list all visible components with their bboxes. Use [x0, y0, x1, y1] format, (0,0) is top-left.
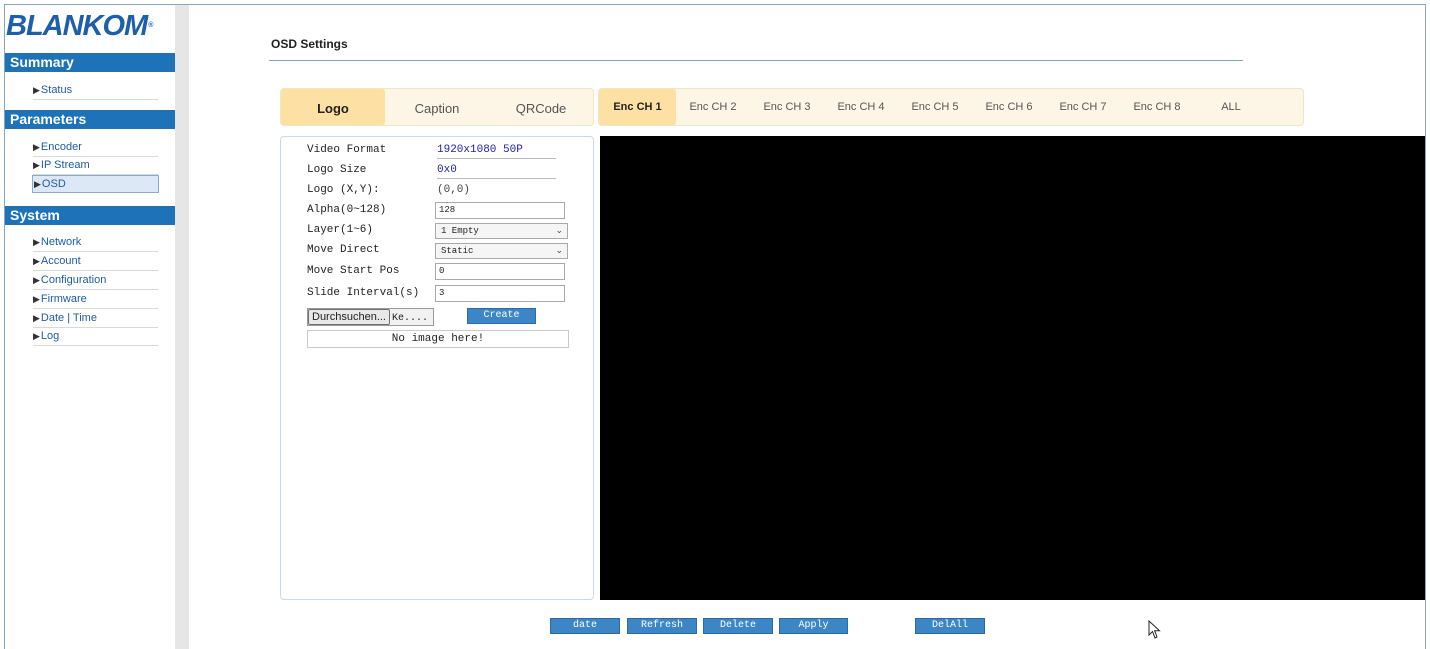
brand-logo-text: BLANKOM — [6, 10, 148, 42]
create-button[interactable]: Create — [467, 308, 536, 324]
layer-select-value: 1 Empty — [441, 226, 479, 236]
logo-image-placeholder: No image here! — [307, 330, 569, 348]
tab-enc-ch-7[interactable]: Enc CH 7 — [1046, 89, 1120, 125]
title-divider — [269, 60, 1243, 61]
sidebar-item-osd[interactable]: ▶OSD — [32, 175, 159, 193]
page-title: OSD Settings — [271, 37, 348, 51]
logo-size-label: Logo Size — [307, 164, 367, 176]
sidebar-item-date-time[interactable]: ▶Date | Time — [33, 310, 158, 328]
section-system: System — [5, 206, 175, 225]
osd-type-tabs: Logo Caption QRCode — [280, 88, 594, 126]
triangle-right-icon: ▶ — [33, 294, 40, 304]
tab-enc-ch-4[interactable]: Enc CH 4 — [824, 89, 898, 125]
sidebar-divider — [175, 5, 189, 649]
tab-enc-ch-2[interactable]: Enc CH 2 — [676, 89, 750, 125]
triangle-right-icon: ▶ — [33, 160, 40, 170]
sidebar-item-label: Status — [40, 84, 73, 96]
sidebar-item-label: Log — [40, 330, 60, 342]
slide-interval-label: Slide Interval(s) — [307, 287, 420, 299]
tab-enc-ch-6[interactable]: Enc CH 6 — [972, 89, 1046, 125]
move-start-pos-input[interactable]: 0 — [435, 263, 565, 280]
move-direct-select-value: Static — [441, 246, 474, 256]
tab-enc-ch-3[interactable]: Enc CH 3 — [750, 89, 824, 125]
apply-button[interactable]: Apply — [779, 618, 848, 634]
tab-enc-ch-8[interactable]: Enc CH 8 — [1120, 89, 1194, 125]
brand-logo: BLANKOM® — [6, 10, 153, 42]
section-parameters: Parameters — [5, 110, 175, 129]
sidebar-item-ip-stream[interactable]: ▶IP Stream — [33, 157, 158, 175]
triangle-right-icon: ▶ — [33, 313, 40, 323]
video-format-value: 1920x1080 50P — [437, 141, 556, 159]
file-upload-control[interactable]: Durchsuchen... Ke.... — [307, 308, 434, 326]
mouse-pointer-icon — [1148, 620, 1161, 639]
video-format-label: Video Format — [307, 144, 387, 156]
sidebar-item-label: Network — [40, 236, 82, 248]
chevron-down-icon: ⌄ — [555, 246, 563, 256]
layer-label: Layer(1~6) — [307, 224, 374, 236]
tab-enc-ch-1[interactable]: Enc CH 1 — [599, 89, 676, 125]
logo-xy-value: (0,0) — [437, 184, 471, 196]
move-start-pos-label: Move Start Pos — [307, 265, 400, 277]
logo-size-value: 0x0 — [437, 161, 556, 179]
sidebar-item-firmware[interactable]: ▶Firmware — [33, 291, 158, 309]
sidebar-item-label: IP Stream — [40, 159, 90, 171]
triangle-right-icon: ▶ — [33, 237, 40, 247]
sidebar-item-label: Configuration — [40, 274, 107, 286]
selected-file-name: Ke.... — [391, 313, 428, 324]
triangle-right-icon: ▶ — [33, 331, 40, 341]
tab-qrcode[interactable]: QRCode — [489, 89, 593, 125]
refresh-button[interactable]: Refresh — [627, 618, 697, 634]
sidebar-item-label: Date | Time — [40, 312, 97, 324]
sidebar-item-label: Firmware — [40, 293, 87, 305]
sidebar-item-label: Account — [40, 255, 81, 267]
alpha-label: Alpha(0~128) — [307, 204, 387, 216]
tab-all[interactable]: ALL — [1194, 89, 1268, 125]
sidebar-item-log[interactable]: ▶Log — [33, 328, 158, 346]
browse-button[interactable]: Durchsuchen... — [308, 309, 390, 325]
triangle-right-icon: ▶ — [33, 275, 40, 285]
sidebar-item-account[interactable]: ▶Account — [33, 253, 158, 271]
sidebar-item-network[interactable]: ▶Network — [33, 234, 158, 252]
triangle-right-icon: ▶ — [33, 256, 40, 266]
chevron-down-icon: ⌄ — [555, 226, 563, 236]
tab-enc-ch-5[interactable]: Enc CH 5 — [898, 89, 972, 125]
sidebar-item-label: Encoder — [40, 141, 82, 153]
tab-logo[interactable]: Logo — [281, 89, 385, 125]
move-direct-select[interactable]: Static ⌄ — [435, 243, 568, 259]
sidebar-item-status[interactable]: ▶Status — [33, 82, 158, 100]
delete-button[interactable]: Delete — [703, 618, 773, 634]
sidebar-item-configuration[interactable]: ▶Configuration — [33, 272, 158, 290]
slide-interval-input[interactable]: 3 — [435, 285, 565, 302]
section-summary: Summary — [5, 53, 175, 72]
move-direct-label: Move Direct — [307, 244, 380, 256]
sidebar-item-label: OSD — [41, 178, 66, 190]
layer-select[interactable]: 1 Empty ⌄ — [435, 223, 568, 239]
triangle-right-icon: ▶ — [34, 179, 41, 189]
triangle-right-icon: ▶ — [33, 142, 40, 152]
tab-caption[interactable]: Caption — [385, 89, 489, 125]
video-preview[interactable] — [600, 136, 1425, 600]
sidebar-item-encoder[interactable]: ▶Encoder — [33, 139, 158, 157]
channel-tabs: Enc CH 1 Enc CH 2 Enc CH 3 Enc CH 4 Enc … — [598, 88, 1304, 126]
logo-xy-label: Logo (X,Y): — [307, 184, 380, 196]
delall-button[interactable]: DelAll — [915, 618, 985, 634]
registered-mark: ® — [148, 22, 153, 29]
alpha-input[interactable]: 128 — [435, 202, 565, 219]
triangle-right-icon: ▶ — [33, 85, 40, 95]
date-button[interactable]: date — [550, 618, 620, 634]
